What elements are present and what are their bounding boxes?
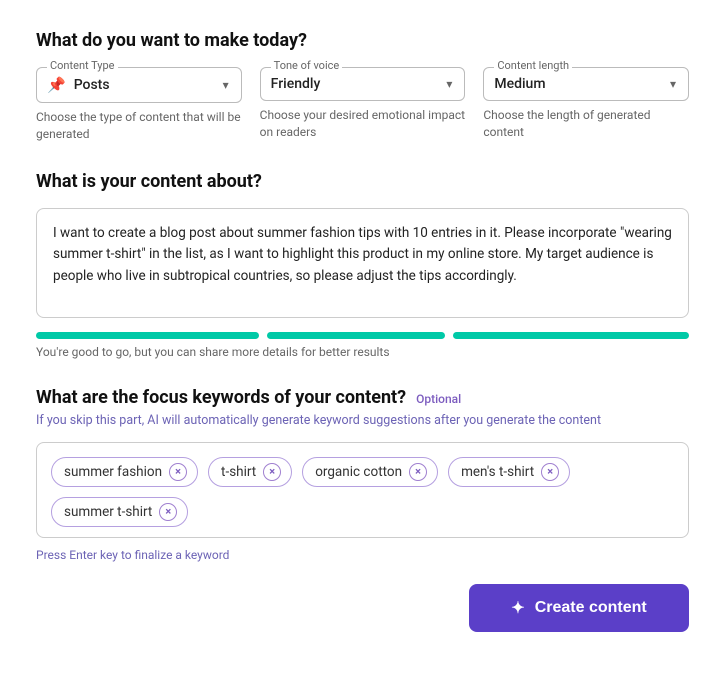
content-about-section: What is your content about? I want to cr… — [36, 171, 689, 359]
dropdown-label-1: Tone of voice — [271, 59, 343, 72]
dropdown-arrow-2: ▾ — [670, 77, 676, 91]
create-content-button[interactable]: ✦ Create content — [469, 584, 689, 632]
keyword-tag: summer fashion × — [51, 457, 198, 487]
progress-bars — [36, 332, 689, 339]
dropdown-0[interactable]: Content Type📌Posts▾ — [36, 67, 242, 103]
keywords-title: What are the focus keywords of your cont… — [36, 387, 406, 408]
keyword-remove-button[interactable]: × — [409, 463, 427, 481]
dropdown-label-2: Content length — [494, 59, 572, 72]
dropdown-arrow-0: ▾ — [223, 78, 229, 92]
dropdown-group-0: Content Type📌Posts▾Choose the type of co… — [36, 67, 242, 143]
keyword-remove-button[interactable]: × — [169, 463, 187, 481]
keyword-tag-label: summer t-shirt — [64, 504, 152, 520]
dropdown-hint-2: Choose the length of generated content — [483, 107, 689, 141]
keyword-remove-button[interactable]: × — [159, 503, 177, 521]
dropdown-group-1: Tone of voiceFriendly▾ Choose your desire… — [260, 67, 466, 143]
keyword-tag: summer t-shirt × — [51, 497, 188, 527]
keyword-remove-button[interactable]: × — [541, 463, 559, 481]
keywords-hint: If you skip this part, AI will automatic… — [36, 413, 689, 428]
dropdown-1[interactable]: Tone of voiceFriendly▾ — [260, 67, 466, 101]
keywords-section: What are the focus keywords of your cont… — [36, 387, 689, 562]
keywords-title-row: What are the focus keywords of your cont… — [36, 387, 689, 408]
dropdown-arrow-1: ▾ — [446, 77, 452, 91]
optional-badge: Optional — [416, 392, 461, 406]
keyword-tag: organic cotton × — [302, 457, 438, 487]
create-btn-label: Create content — [535, 599, 647, 617]
progress-hint: You're good to go, but you can share mor… — [36, 345, 689, 359]
create-btn-row: ✦ Create content — [36, 584, 689, 632]
dropdown-value-2: Medium — [494, 76, 670, 92]
dropdown-hint-0: Choose the type of content that will be … — [36, 109, 242, 143]
dropdown-value-1: Friendly — [271, 76, 447, 92]
keyword-tag-label: summer fashion — [64, 464, 162, 480]
page-title: What do you want to make today? — [36, 30, 689, 51]
keyword-tag-label: t-shirt — [221, 464, 256, 480]
keyword-tag: men's t-shirt × — [448, 457, 570, 487]
dropdown-label-0: Content Type — [47, 59, 118, 72]
dropdown-value-0: Posts — [74, 77, 223, 93]
keyword-remove-button[interactable]: × — [263, 463, 281, 481]
content-textarea[interactable]: I want to create a blog post about summe… — [36, 208, 689, 318]
progress-bar-0 — [36, 332, 259, 339]
content-about-title: What is your content about? — [36, 171, 689, 192]
keyword-tag-label: organic cotton — [315, 464, 402, 480]
dropdown-hint-1: Choose your desired emotional impact on … — [260, 107, 466, 141]
press-enter-hint: Press Enter key to finalize a keyword — [36, 548, 689, 562]
create-btn-icon: ✦ — [511, 598, 524, 618]
progress-bar-1 — [267, 332, 445, 339]
keywords-box[interactable]: summer fashion×t-shirt×organic cotton×me… — [36, 442, 689, 538]
dropdown-2[interactable]: Content lengthMedium▾ — [483, 67, 689, 101]
dropdown-group-2: Content lengthMedium▾ Choose the length o… — [483, 67, 689, 143]
keyword-tag: t-shirt × — [208, 457, 292, 487]
pushpin-icon: 📌 — [47, 76, 66, 94]
dropdowns-row: Content Type📌Posts▾Choose the type of co… — [36, 67, 689, 143]
progress-bar-2 — [453, 332, 689, 339]
keyword-tag-label: men's t-shirt — [461, 464, 534, 480]
